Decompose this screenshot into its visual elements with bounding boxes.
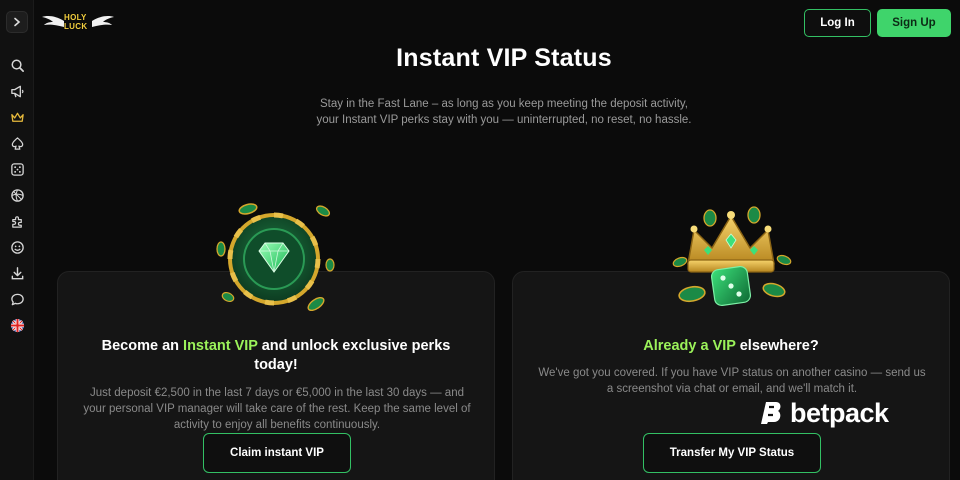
transfer-vip-heading: Already a VIP elsewhere?	[513, 337, 949, 356]
instant-vip-heading: Become an Instant VIP and unlock exclusi…	[58, 337, 494, 375]
sidebar-item-language[interactable]	[6, 314, 28, 336]
watermark-text: betpack	[790, 397, 889, 428]
heading-text-end: elsewhere?	[735, 338, 819, 354]
crown-icon	[10, 112, 24, 122]
dice-icon	[10, 162, 24, 176]
sidebar-item-search[interactable]	[6, 54, 28, 76]
heading-accent: Instant VIP	[183, 338, 258, 354]
claim-instant-vip-button[interactable]: Claim instant VIP	[203, 433, 351, 473]
page-title: Instant VIP Status	[396, 44, 612, 72]
betpack-watermark: betpack	[758, 398, 889, 428]
sports-ball-icon	[10, 188, 24, 202]
signup-button[interactable]: Sign Up	[877, 9, 951, 37]
betpack-logo-icon	[761, 402, 781, 424]
spade-icon	[11, 136, 23, 150]
logo[interactable]: HOLY LUCK	[42, 12, 114, 34]
vip-crown-illustration	[672, 206, 792, 307]
sidebar-item-download[interactable]	[6, 262, 28, 284]
transfer-vip-status-button[interactable]: Transfer My VIP Status	[643, 433, 821, 473]
sidebar-item-support[interactable]	[6, 288, 28, 310]
expand-sidebar-button[interactable]	[6, 11, 28, 33]
sidebar-nav	[6, 54, 28, 336]
chevron-right-icon	[14, 17, 21, 27]
sidebar-item-games[interactable]	[6, 158, 28, 180]
search-icon	[11, 59, 24, 72]
logo-text: HOLY LUCK	[64, 13, 88, 31]
login-button[interactable]: Log In	[804, 9, 871, 37]
sidebar	[0, 0, 34, 480]
smiley-icon	[10, 240, 24, 254]
sidebar-item-features[interactable]	[6, 210, 28, 232]
megaphone-icon	[10, 85, 23, 97]
heading-text: Become an	[101, 338, 184, 354]
sidebar-item-casino[interactable]	[6, 132, 28, 154]
heading-text-end: and unlock exclusive perks today!	[254, 338, 451, 373]
vip-chip-illustration	[216, 203, 335, 312]
uk-flag-icon	[10, 318, 24, 332]
download-icon	[11, 266, 23, 279]
page-subtitle: Stay in the Fast Lane – as long as you k…	[316, 98, 692, 126]
sidebar-item-vip[interactable]	[6, 106, 28, 128]
sidebar-item-promotions[interactable]	[6, 80, 28, 102]
chat-icon	[10, 293, 24, 305]
puzzle-icon	[11, 215, 22, 228]
transfer-vip-description: We've got you covered. If you have VIP s…	[538, 367, 926, 395]
sidebar-item-live[interactable]	[6, 236, 28, 258]
instant-vip-description: Just deposit €2,500 in the last 7 days o…	[83, 387, 471, 431]
logo-line-2: LUCK	[64, 21, 88, 31]
sidebar-item-sports[interactable]	[6, 184, 28, 206]
heading-accent: Already a VIP	[643, 338, 736, 354]
